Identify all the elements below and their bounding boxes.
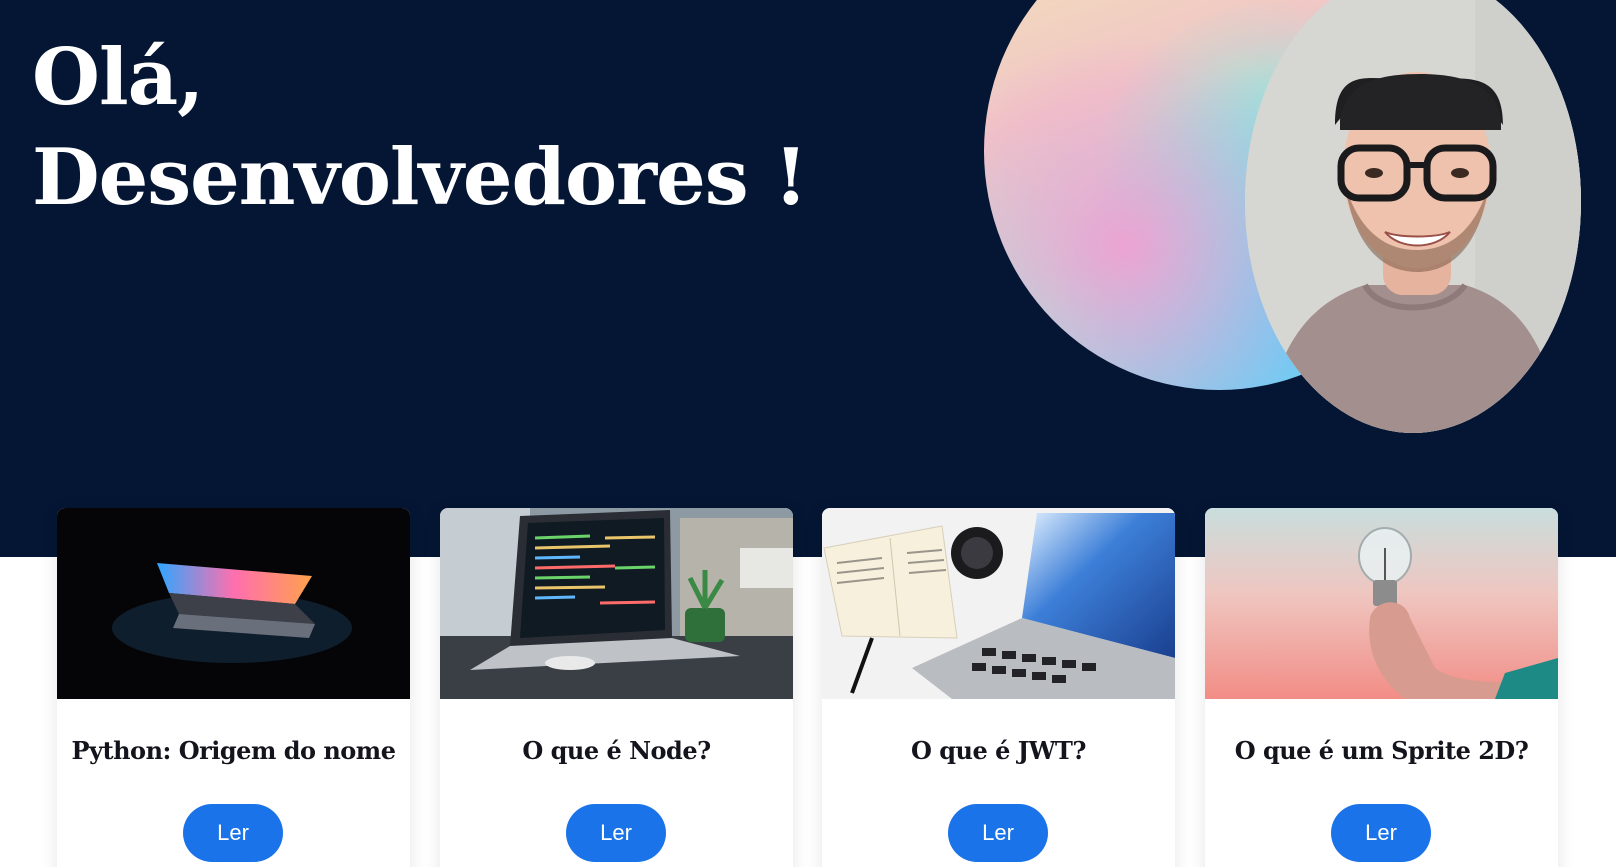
read-button[interactable]: Ler [183, 804, 283, 862]
hero-section: Olá, Desenvolvedores ! [0, 0, 1616, 557]
article-image-laptop-book [822, 508, 1175, 699]
article-title: Python: Origem do nome [71, 736, 396, 765]
article-image-laptop-code [440, 508, 793, 699]
read-button[interactable]: Ler [948, 804, 1048, 862]
author-portrait [1245, 0, 1581, 433]
article-image-lightbulb [1205, 508, 1558, 699]
article-card: Python: Origem do nome Ler [57, 508, 410, 867]
hero-greeting-line2: Desenvolvedores ! [32, 132, 808, 223]
article-card: O que é JWT? Ler [822, 508, 1175, 867]
article-image-laptop [57, 508, 410, 699]
read-button[interactable]: Ler [1331, 804, 1431, 862]
read-button[interactable]: Ler [566, 804, 666, 862]
article-title: O que é Node? [522, 736, 711, 765]
article-card: O que é um Sprite 2D? Ler [1205, 508, 1558, 867]
hero-title: Olá, Desenvolvedores ! [32, 28, 808, 228]
article-title: O que é JWT? [911, 736, 1086, 765]
hero-greeting-line1: Olá, [32, 32, 204, 123]
article-title: O que é um Sprite 2D? [1234, 736, 1529, 765]
article-card: O que é Node? Ler [440, 508, 793, 867]
articles-list: Python: Origem do nome Ler O que é Node?… [0, 508, 1616, 867]
